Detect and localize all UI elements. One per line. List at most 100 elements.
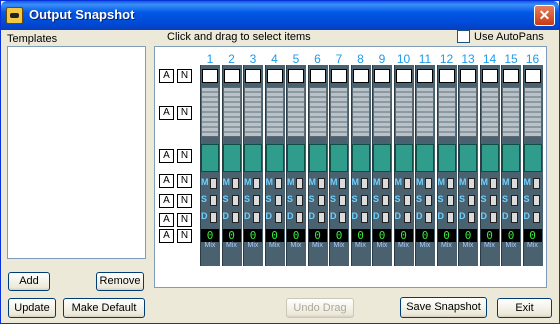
channel-toggle[interactable]: S [266,194,284,207]
channel-toggle[interactable]: D [438,211,456,224]
clear-none-button[interactable]: N [177,149,192,163]
channel-pan-block[interactable] [416,144,434,172]
channel-fader[interactable] [502,87,520,137]
channel-toggle[interactable]: D [352,211,370,224]
channel-pan-block[interactable] [244,144,262,172]
channel-toggle[interactable]: M [373,177,391,190]
save-snapshot-button[interactable]: Save Snapshot [400,297,487,318]
channel-pan-block[interactable] [201,144,219,172]
channel-toggle[interactable]: S [459,194,477,207]
channel-toggle[interactable]: D [266,211,284,224]
channel-output-checkbox[interactable] [266,69,283,83]
channel-output-checkbox[interactable] [352,69,369,83]
channel-toggle[interactable]: M [416,177,434,190]
clear-none-button[interactable]: N [177,106,192,120]
channel-toggle[interactable]: D [524,211,542,224]
channel-toggle[interactable]: D [201,211,219,224]
channel-pan-block[interactable] [437,144,456,172]
channel-toggle[interactable]: S [309,194,327,207]
channel-fader[interactable] [222,87,241,137]
channel-pan-block[interactable] [351,144,370,172]
clear-none-button[interactable]: N [177,69,192,83]
channel-fader[interactable] [351,87,370,137]
channel-pan-block[interactable] [394,144,413,172]
channel-toggle[interactable]: S [352,194,370,207]
make-default-button[interactable]: Make Default [63,298,145,318]
clear-none-button[interactable]: N [177,174,192,188]
channel-toggle[interactable]: S [481,194,499,207]
channel-output-checkbox[interactable] [395,69,412,83]
remove-button[interactable]: Remove [96,272,144,291]
channel-toggle[interactable]: S [201,194,219,207]
channel-toggle[interactable]: D [244,211,262,224]
assign-all-button[interactable]: A [159,194,174,208]
channel-pan-block[interactable] [459,144,477,172]
templates-list[interactable] [7,46,146,259]
assign-all-button[interactable]: A [159,69,174,83]
channel-output-checkbox[interactable] [460,69,476,83]
channel-toggle[interactable]: M [266,177,284,190]
close-button[interactable]: ✕ [534,5,555,26]
use-autopans-checkbox[interactable] [457,30,470,43]
channel-pan-block[interactable] [287,144,305,172]
channel-output-checkbox[interactable] [202,69,218,83]
channel-fader[interactable] [523,87,542,137]
channel-output-checkbox[interactable] [524,69,541,83]
channel-toggle[interactable]: D [223,211,241,224]
undo-drag-button[interactable]: Undo Drag [286,298,354,318]
channel-output-checkbox[interactable] [481,69,498,83]
channel-toggle[interactable]: D [416,211,434,224]
update-button[interactable]: Update [8,298,56,318]
channel-toggle[interactable]: S [416,194,434,207]
channel-output-checkbox[interactable] [438,69,455,83]
channel-output-checkbox[interactable] [331,69,347,83]
channel-toggle[interactable]: M [524,177,542,190]
clear-none-button[interactable]: N [177,213,192,227]
channel-fader[interactable] [287,87,305,137]
channel-output-checkbox[interactable] [223,69,240,83]
channel-toggle[interactable]: D [459,211,477,224]
channel-toggle[interactable]: D [309,211,327,224]
channel-pan-block[interactable] [502,144,520,172]
channel-toggle[interactable]: M [287,177,305,190]
assign-all-button[interactable]: A [159,213,174,227]
channel-toggle[interactable]: S [287,194,305,207]
channel-toggle[interactable]: M [438,177,456,190]
channel-fader[interactable] [244,87,262,137]
channel-output-checkbox[interactable] [309,69,326,83]
channel-toggle[interactable]: S [244,194,262,207]
channel-toggle[interactable]: S [330,194,348,207]
channel-toggle[interactable]: S [438,194,456,207]
channel-toggle[interactable]: M [459,177,477,190]
channel-pan-block[interactable] [308,144,327,172]
channel-pan-block[interactable] [523,144,542,172]
assign-all-button[interactable]: A [159,149,174,163]
channel-toggle[interactable]: S [395,194,413,207]
channel-toggle[interactable]: D [373,211,391,224]
channel-output-checkbox[interactable] [245,69,261,83]
clear-none-button[interactable]: N [177,229,192,243]
channel-fader[interactable] [373,87,391,137]
channel-toggle[interactable]: M [502,177,520,190]
channel-toggle[interactable]: M [330,177,348,190]
channel-toggle[interactable]: M [352,177,370,190]
channel-toggle[interactable]: M [201,177,219,190]
channel-toggle[interactable]: D [395,211,413,224]
channel-toggle[interactable]: D [330,211,348,224]
channel-fader[interactable] [394,87,413,137]
channel-toggle[interactable]: M [395,177,413,190]
channel-output-checkbox[interactable] [374,69,390,83]
channel-pan-block[interactable] [480,144,499,172]
channel-fader[interactable] [437,87,456,137]
channel-toggle[interactable]: S [502,194,520,207]
channel-fader[interactable] [201,87,219,137]
channel-toggle[interactable]: D [287,211,305,224]
channel-fader[interactable] [416,87,434,137]
channel-output-checkbox[interactable] [417,69,433,83]
channel-output-checkbox[interactable] [288,69,304,83]
channel-pan-block[interactable] [330,144,348,172]
channel-toggle[interactable]: M [481,177,499,190]
assign-all-button[interactable]: A [159,174,174,188]
channel-toggle[interactable]: D [502,211,520,224]
channel-fader[interactable] [265,87,284,137]
